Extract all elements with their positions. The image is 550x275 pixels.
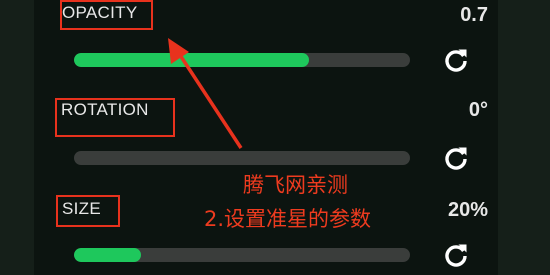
opacity-slider-fill <box>74 53 310 67</box>
background-right <box>498 0 550 275</box>
size-slider[interactable] <box>74 248 410 262</box>
annotation-line-2: 2.设置准星的参数 <box>204 207 372 231</box>
opacity-slider[interactable] <box>74 53 410 67</box>
size-highlight-box <box>56 195 120 227</box>
annotation-line-1: 腾飞网亲测 <box>243 173 348 197</box>
rotation-highlight-box <box>55 98 175 137</box>
opacity-reset-refresh-icon[interactable] <box>441 45 471 75</box>
size-value: 20% <box>447 199 488 221</box>
rotation-value: 0° <box>468 99 488 121</box>
rotation-slider[interactable] <box>74 151 410 165</box>
size-reset-refresh-icon[interactable] <box>441 240 471 270</box>
opacity-value: 0.7 <box>460 4 488 26</box>
crosshair-settings-panel <box>34 0 498 275</box>
rotation-reset-refresh-icon[interactable] <box>441 143 471 173</box>
background-left <box>0 0 34 275</box>
opacity-highlight-box <box>60 0 153 30</box>
size-slider-fill <box>74 248 142 262</box>
